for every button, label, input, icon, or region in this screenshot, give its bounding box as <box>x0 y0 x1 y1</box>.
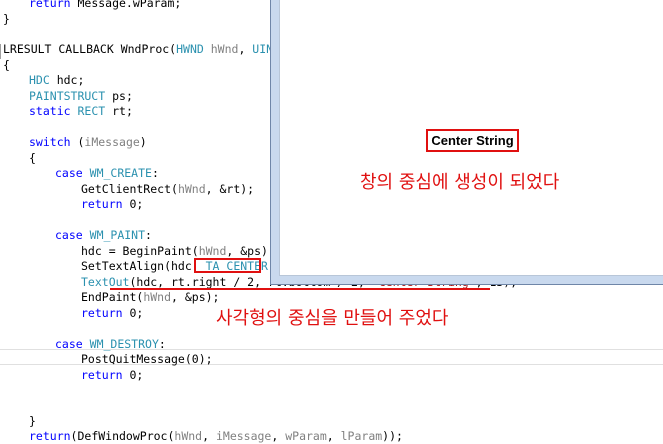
code-token: HDC <box>29 73 50 87</box>
textout-underline <box>110 288 490 290</box>
code-token: 0; <box>122 368 144 382</box>
code-token: TextOut <box>81 275 130 289</box>
center-string-output: Center String <box>426 129 519 152</box>
code-token: { <box>3 58 10 72</box>
code-token: Message.wParam; <box>70 0 182 10</box>
code-token: { <box>29 151 36 165</box>
code-line-ps-decl: PAINTSTRUCT ps; <box>29 88 133 104</box>
code-line-rt-decl: static RECT rt; <box>29 103 133 119</box>
code-token: 0; <box>122 306 144 320</box>
code-token: WM_CREATE <box>89 166 152 180</box>
code-token: hWnd <box>198 244 227 258</box>
code-line-switch-open-brace: { <box>29 150 36 166</box>
code-token: wParam <box>285 429 327 443</box>
code-token: case <box>55 337 83 351</box>
code-token: static <box>29 104 71 118</box>
code-line-return-zero: return 0; <box>81 367 143 383</box>
code-line-close-brace: } <box>3 11 10 27</box>
code-line-beginpaint: hdc = BeginPaint(hWnd, &ps); <box>81 243 275 259</box>
code-token: case <box>55 228 83 242</box>
code-token: hWnd <box>143 290 172 304</box>
code-token: hWnd <box>177 182 206 196</box>
code-token: , <box>202 429 216 443</box>
code-token: : <box>158 337 166 351</box>
code-token: SetTextAlign(hdc, <box>81 259 206 273</box>
code-token: PAINTSTRUCT <box>29 89 106 103</box>
code-line-switch-close-brace: } <box>29 413 36 429</box>
code-token: GetClientRect( <box>81 182 178 196</box>
code-token: } <box>3 12 10 26</box>
code-token: return <box>81 197 123 211</box>
code-token: switch <box>29 135 71 149</box>
code-token: return <box>29 0 71 10</box>
code-token: return <box>81 368 123 382</box>
code-token: WM_DESTROY <box>89 337 159 351</box>
code-line-return-message: return Message.wParam; <box>29 0 181 11</box>
code-line-case-wm-destroy: case WM_DESTROY: <box>55 336 166 352</box>
code-line-wndproc-signature: LRESULT CALLBACK WndProc(HWND hWnd, UINT <box>3 41 280 57</box>
code-token: rt; <box>105 104 133 118</box>
code-token: hWnd <box>210 42 239 56</box>
code-line-case-wm-paint: case WM_PAINT: <box>55 227 152 243</box>
code-token: return <box>29 429 71 443</box>
code-token: , <box>238 42 253 56</box>
code-token: hWnd <box>174 429 203 443</box>
code-token: , <box>271 429 286 443</box>
code-token: } <box>29 414 36 428</box>
code-line-open-brace: { <box>3 57 10 73</box>
code-token: ( <box>70 135 85 149</box>
code-token: HWND <box>176 42 204 56</box>
code-token: LRESULT CALLBACK WndProc( <box>3 42 177 56</box>
code-token: , &ps); <box>171 290 220 304</box>
code-line-postquitmessage: PostQuitMessage(0); <box>81 351 213 367</box>
code-token: : <box>145 228 152 242</box>
code-token: iMessage <box>215 429 272 443</box>
code-token: hdc; <box>49 73 85 87</box>
code-token: return <box>81 306 123 320</box>
code-line-return-zero: return 0; <box>81 196 143 212</box>
code-line-case-wm-create: case WM_CREATE: <box>55 165 159 181</box>
annotation-rect-center-note: 사각형의 중심을 만들어 주었다 <box>216 308 449 329</box>
window-center-caption: 창의 중심에 생성이 되었다 <box>360 172 560 193</box>
code-token: lParam <box>340 429 383 443</box>
outline-collapse-bar <box>0 44 1 59</box>
code-line-hdc-decl: HDC hdc; <box>29 72 84 88</box>
code-line-switch: switch (iMessage) <box>29 134 147 150</box>
code-token: iMessage <box>84 135 140 149</box>
code-token: , &rt); <box>205 182 255 196</box>
code-token: )); <box>382 429 403 443</box>
code-token: ps; <box>105 89 133 103</box>
code-token: : <box>151 166 159 180</box>
code-line-getclientrect: GetClientRect(hWnd, &rt); <box>81 181 254 197</box>
code-token: WM_PAINT <box>89 228 146 242</box>
code-token: hdc = BeginPaint( <box>81 244 199 258</box>
code-line-endpaint: EndPaint(hWnd, &ps); <box>81 289 219 305</box>
code-line-return-zero: return 0; <box>81 305 143 321</box>
code-token: (DefWindowProc( <box>70 429 175 443</box>
code-token: 0; <box>122 197 144 211</box>
code-token: case <box>55 166 83 180</box>
code-token: , <box>326 429 341 443</box>
code-token: ) <box>139 135 147 149</box>
ta-center-highlight-box <box>194 258 261 273</box>
code-token: EndPaint( <box>81 290 144 304</box>
code-token: PostQuitMessage(0); <box>81 352 213 366</box>
code-token: RECT <box>77 104 106 118</box>
code-token: , &ps); <box>226 244 275 258</box>
